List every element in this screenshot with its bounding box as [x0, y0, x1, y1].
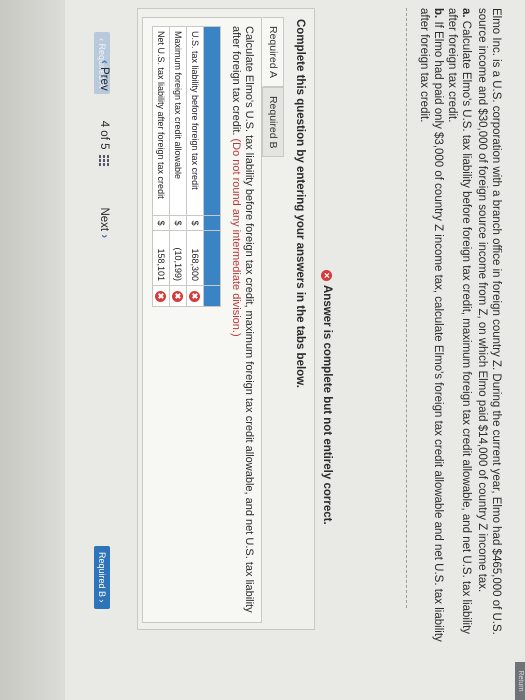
answer-input[interactable]: (10,199) — [169, 230, 187, 286]
next-link[interactable]: Next › — [98, 207, 110, 238]
part-a: a. Calculate Elmo's U.S. tax liability b… — [446, 8, 472, 635]
row-label: Net U.S. tax liability after foreign tax… — [152, 26, 170, 216]
currency: $ — [186, 215, 204, 231]
prompt: Calculate Elmo's U.S. tax liability befo… — [230, 26, 255, 613]
page-indicator: 4 of 5 — [98, 120, 110, 150]
row-label: Maximum foreign tax credit allowable — [169, 26, 187, 216]
table-row: U.S. tax liability before foreign tax cr… — [186, 26, 204, 307]
table-row: Maximum foreign tax credit allowable $ (… — [169, 26, 187, 307]
required-b-button[interactable]: Required B › — [94, 546, 110, 609]
chevron-left-icon: ‹ — [98, 60, 110, 64]
error-icon: ✕ — [321, 270, 333, 281]
part-b: b. If Elmo had paid only $3,000 of count… — [418, 8, 444, 642]
tab-bar: Required A Required B — [262, 17, 284, 158]
answer-panel: Complete this question by entering your … — [94, 8, 315, 630]
tab-required-b[interactable]: Required B — [262, 86, 284, 158]
corner-button[interactable]: Return — [515, 662, 525, 700]
incorrect-icon: ✖ — [155, 290, 167, 302]
table-header — [203, 26, 221, 216]
answer-input[interactable]: 158,101 — [152, 230, 170, 286]
tab-content: Calculate Elmo's U.S. tax liability befo… — [94, 17, 262, 623]
bottom-shade — [0, 0, 65, 700]
incorrect-icon: ✖ — [172, 290, 184, 302]
answer-table: U.S. tax liability before foreign tax cr… — [152, 26, 221, 307]
tab-required-a[interactable]: Required A — [262, 17, 284, 87]
status-message: ✕ Answer is complete but not entirely co… — [321, 270, 333, 525]
grid-icon[interactable] — [99, 155, 109, 168]
instructions: Complete this question by entering your … — [294, 19, 306, 388]
chevron-right-icon: › — [98, 234, 110, 239]
currency: $ — [152, 215, 170, 231]
screen: Return Elmo Inc. is a U.S. corporation w… — [0, 0, 525, 700]
pagination: ‹ Prev 4 of 5 Next › — [98, 60, 110, 238]
incorrect-icon: ✖ — [189, 290, 201, 302]
row-label: U.S. tax liability before foreign tax cr… — [186, 26, 204, 216]
table-row: Net U.S. tax liability after foreign tax… — [152, 26, 170, 307]
currency: $ — [169, 215, 187, 231]
divider — [406, 8, 407, 608]
problem-intro: Elmo Inc. is a U.S. corporation with a b… — [476, 8, 502, 635]
problem-area: Elmo Inc. is a U.S. corporation with a b… — [406, 8, 503, 648]
prev-link[interactable]: ‹ Prev — [98, 60, 110, 91]
answer-input[interactable]: 168,300 — [186, 230, 204, 286]
